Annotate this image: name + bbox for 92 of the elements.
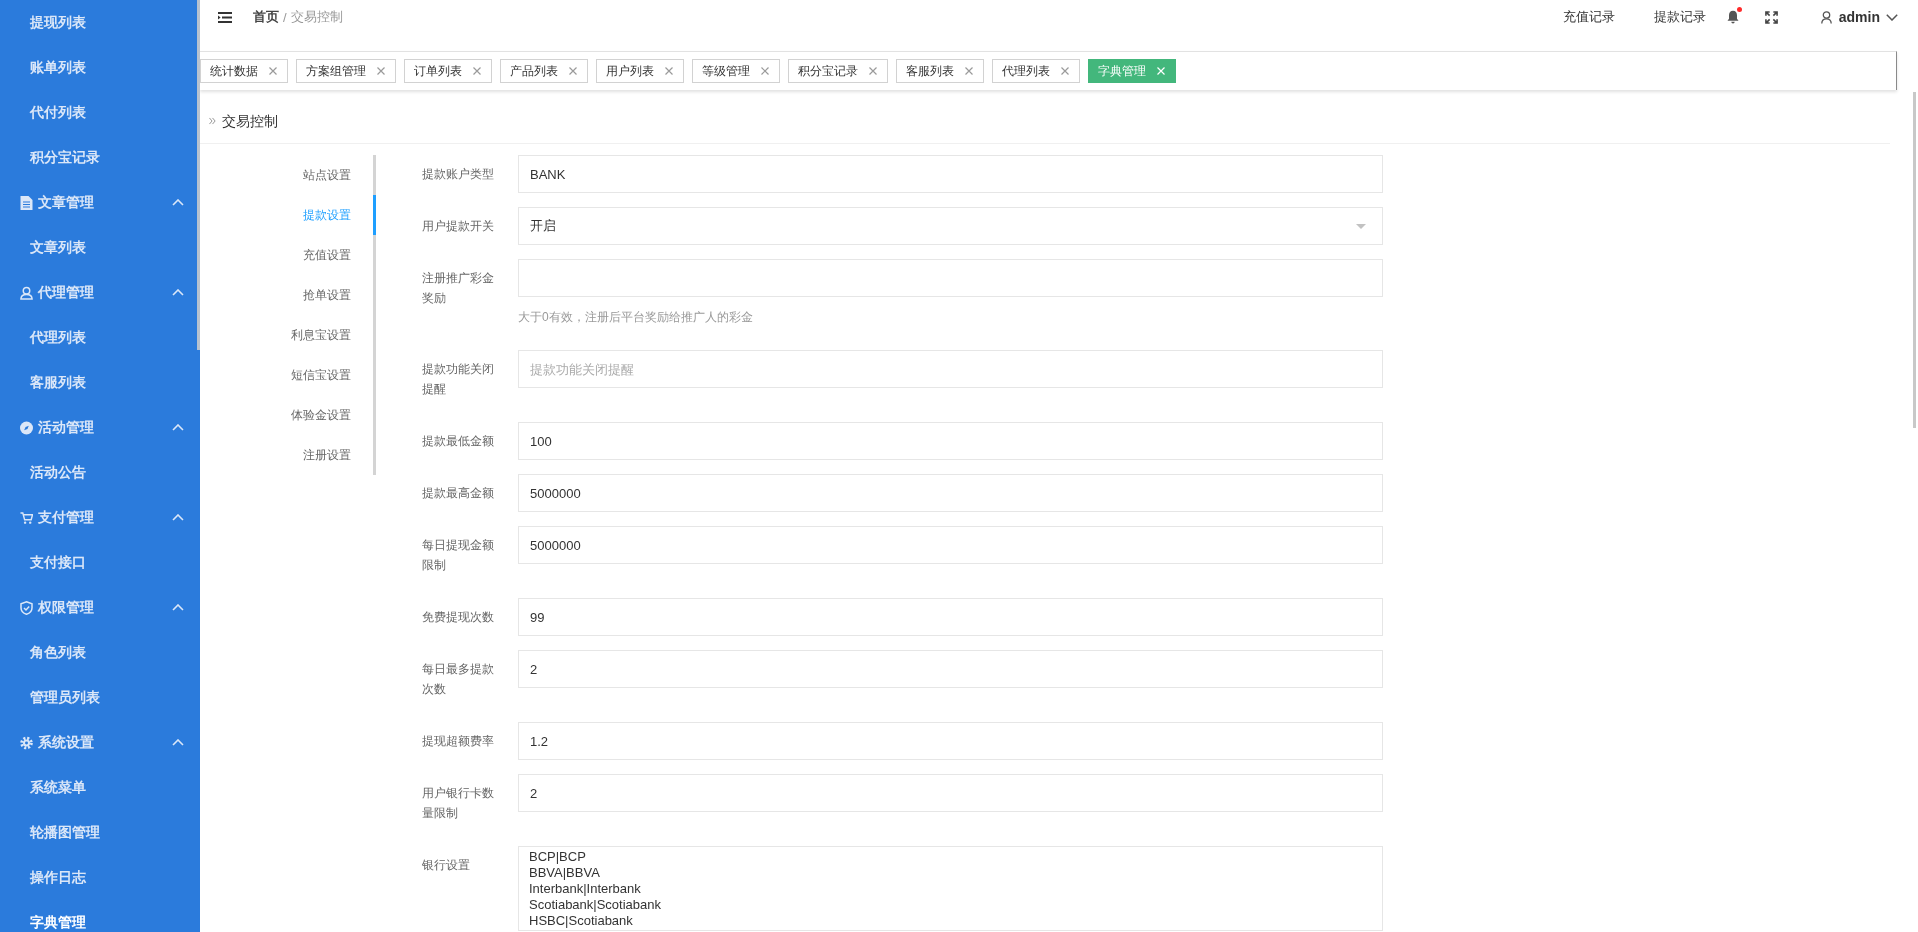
user-menu[interactable]: admin: [1820, 9, 1898, 25]
nav-item[interactable]: 提现列表: [0, 0, 200, 45]
close-icon[interactable]: [965, 67, 973, 75]
nav-item[interactable]: 操作日志: [0, 855, 200, 900]
field-label: 免费提现次数: [422, 609, 495, 626]
field-label: 银行设置: [422, 857, 471, 874]
text-input[interactable]: 5000000: [518, 526, 1383, 564]
nav-item[interactable]: 代理列表: [0, 315, 200, 360]
field-label: 注册推广彩金奖励: [422, 270, 495, 307]
double-chevron-icon: [209, 117, 216, 125]
field-label: 提款最低金额: [422, 433, 495, 450]
settings-menu-item[interactable]: 注册设置: [200, 435, 376, 475]
field-label: 每日提现金额限制: [422, 537, 495, 574]
compass-icon: [20, 420, 33, 435]
settings-menu-item[interactable]: 短信宝设置: [200, 355, 376, 395]
nav-group-header[interactable]: 活动管理: [0, 405, 200, 450]
scrollbar-thumb[interactable]: [1913, 92, 1916, 428]
user-icon: [1820, 10, 1832, 24]
close-icon[interactable]: [473, 67, 481, 75]
close-icon[interactable]: [869, 67, 877, 75]
text-input[interactable]: 1.2: [518, 722, 1383, 760]
nav-item[interactable]: 文章列表: [0, 225, 200, 270]
nav-item[interactable]: 代付列表: [0, 90, 200, 135]
text-input[interactable]: 100: [518, 422, 1383, 460]
page-title: 交易控制: [222, 112, 278, 130]
header-link[interactable]: 充值记录: [1562, 8, 1615, 26]
close-icon[interactable]: [761, 67, 769, 75]
text-input[interactable]: 提款功能关闭提醒: [518, 350, 1383, 388]
nav-group-header[interactable]: 系统设置: [0, 720, 200, 765]
chevron-down-icon: [1886, 13, 1898, 21]
nav-group-header[interactable]: 代理管理: [0, 270, 200, 315]
shield-check-icon: [20, 600, 33, 615]
breadcrumb-link[interactable]: 首页: [253, 8, 279, 26]
nav-item[interactable]: 账单列表: [0, 45, 200, 90]
field-label: 提款最高金额: [422, 485, 495, 502]
tab[interactable]: 客服列表: [896, 59, 984, 83]
tab[interactable]: 等级管理: [692, 59, 780, 83]
nav-item[interactable]: 系统菜单: [0, 765, 200, 810]
bell-icon[interactable]: [1726, 10, 1739, 24]
caret-down-icon: [1356, 223, 1366, 229]
textarea-field[interactable]: BCP|BCP BBVA|BBVA Interbank|Interbank Scotiabank|Scotiabank HSBC|Scotiabank: [518, 846, 1383, 931]
settings-menu-item[interactable]: 体验金设置: [200, 395, 376, 435]
field-label: 提现超额费率: [422, 733, 495, 750]
user-icon: [20, 285, 33, 300]
breadcrumb-separator: /: [283, 9, 287, 25]
close-icon[interactable]: [665, 67, 673, 75]
close-icon[interactable]: [269, 67, 277, 75]
field-label: 提款账户类型: [422, 166, 495, 183]
field-label: 用户银行卡数量限制: [422, 785, 495, 822]
tab[interactable]: 代理列表: [992, 59, 1080, 83]
text-input[interactable]: 99: [518, 598, 1383, 636]
settings-menu-item[interactable]: 站点设置: [200, 155, 376, 195]
settings-menu-item[interactable]: 充值设置: [200, 235, 376, 275]
select-field[interactable]: 开启: [518, 207, 1383, 245]
tab[interactable]: 积分宝记录: [788, 59, 888, 83]
tab[interactable]: 用户列表: [596, 59, 684, 83]
tab[interactable]: 方案组管理: [296, 59, 396, 83]
text-input[interactable]: 5000000: [518, 474, 1383, 512]
fullscreen-icon[interactable]: [1764, 10, 1778, 24]
text-input[interactable]: BANK: [518, 155, 1383, 193]
tab[interactable]: 订单列表: [404, 59, 492, 83]
help-text: 大于0有效，注册后平台奖励给推广人的彩金: [518, 309, 753, 326]
nav-item[interactable]: 字典管理: [0, 900, 200, 932]
text-input[interactable]: 2: [518, 650, 1383, 688]
text-input[interactable]: [518, 259, 1383, 297]
cart-icon: [20, 510, 33, 525]
field-label: 提款功能关闭提醒: [422, 361, 495, 398]
header-link[interactable]: 提款记录: [1653, 8, 1706, 26]
tab[interactable]: 产品列表: [500, 59, 588, 83]
scrollbar-thumb[interactable]: [197, 0, 200, 350]
nav-item[interactable]: 客服列表: [0, 360, 200, 405]
nav-group-header[interactable]: 文章管理: [0, 180, 200, 225]
gear-icon: [20, 735, 33, 750]
nav-item[interactable]: 积分宝记录: [0, 135, 200, 180]
document-icon: [20, 195, 33, 210]
text-input[interactable]: 2: [518, 774, 1383, 812]
nav-item[interactable]: 支付接口: [0, 540, 200, 585]
nav-group-header[interactable]: 支付管理: [0, 495, 200, 540]
nav-item[interactable]: 轮播图管理: [0, 810, 200, 855]
close-icon[interactable]: [377, 67, 385, 75]
field-label: 用户提款开关: [422, 218, 495, 235]
field-label: 每日最多提款次数: [422, 661, 495, 698]
nav-item[interactable]: 管理员列表: [0, 675, 200, 720]
nav-group-header[interactable]: 权限管理: [0, 585, 200, 630]
nav-item[interactable]: 角色列表: [0, 630, 200, 675]
close-icon[interactable]: [569, 67, 577, 75]
close-icon[interactable]: [1061, 67, 1069, 75]
tab[interactable]: 统计数据: [200, 59, 288, 83]
settings-menu-item[interactable]: 利息宝设置: [200, 315, 376, 355]
settings-menu-item[interactable]: 抢单设置: [200, 275, 376, 315]
nav-item[interactable]: 活动公告: [0, 450, 200, 495]
menu-icon[interactable]: [218, 11, 232, 23]
